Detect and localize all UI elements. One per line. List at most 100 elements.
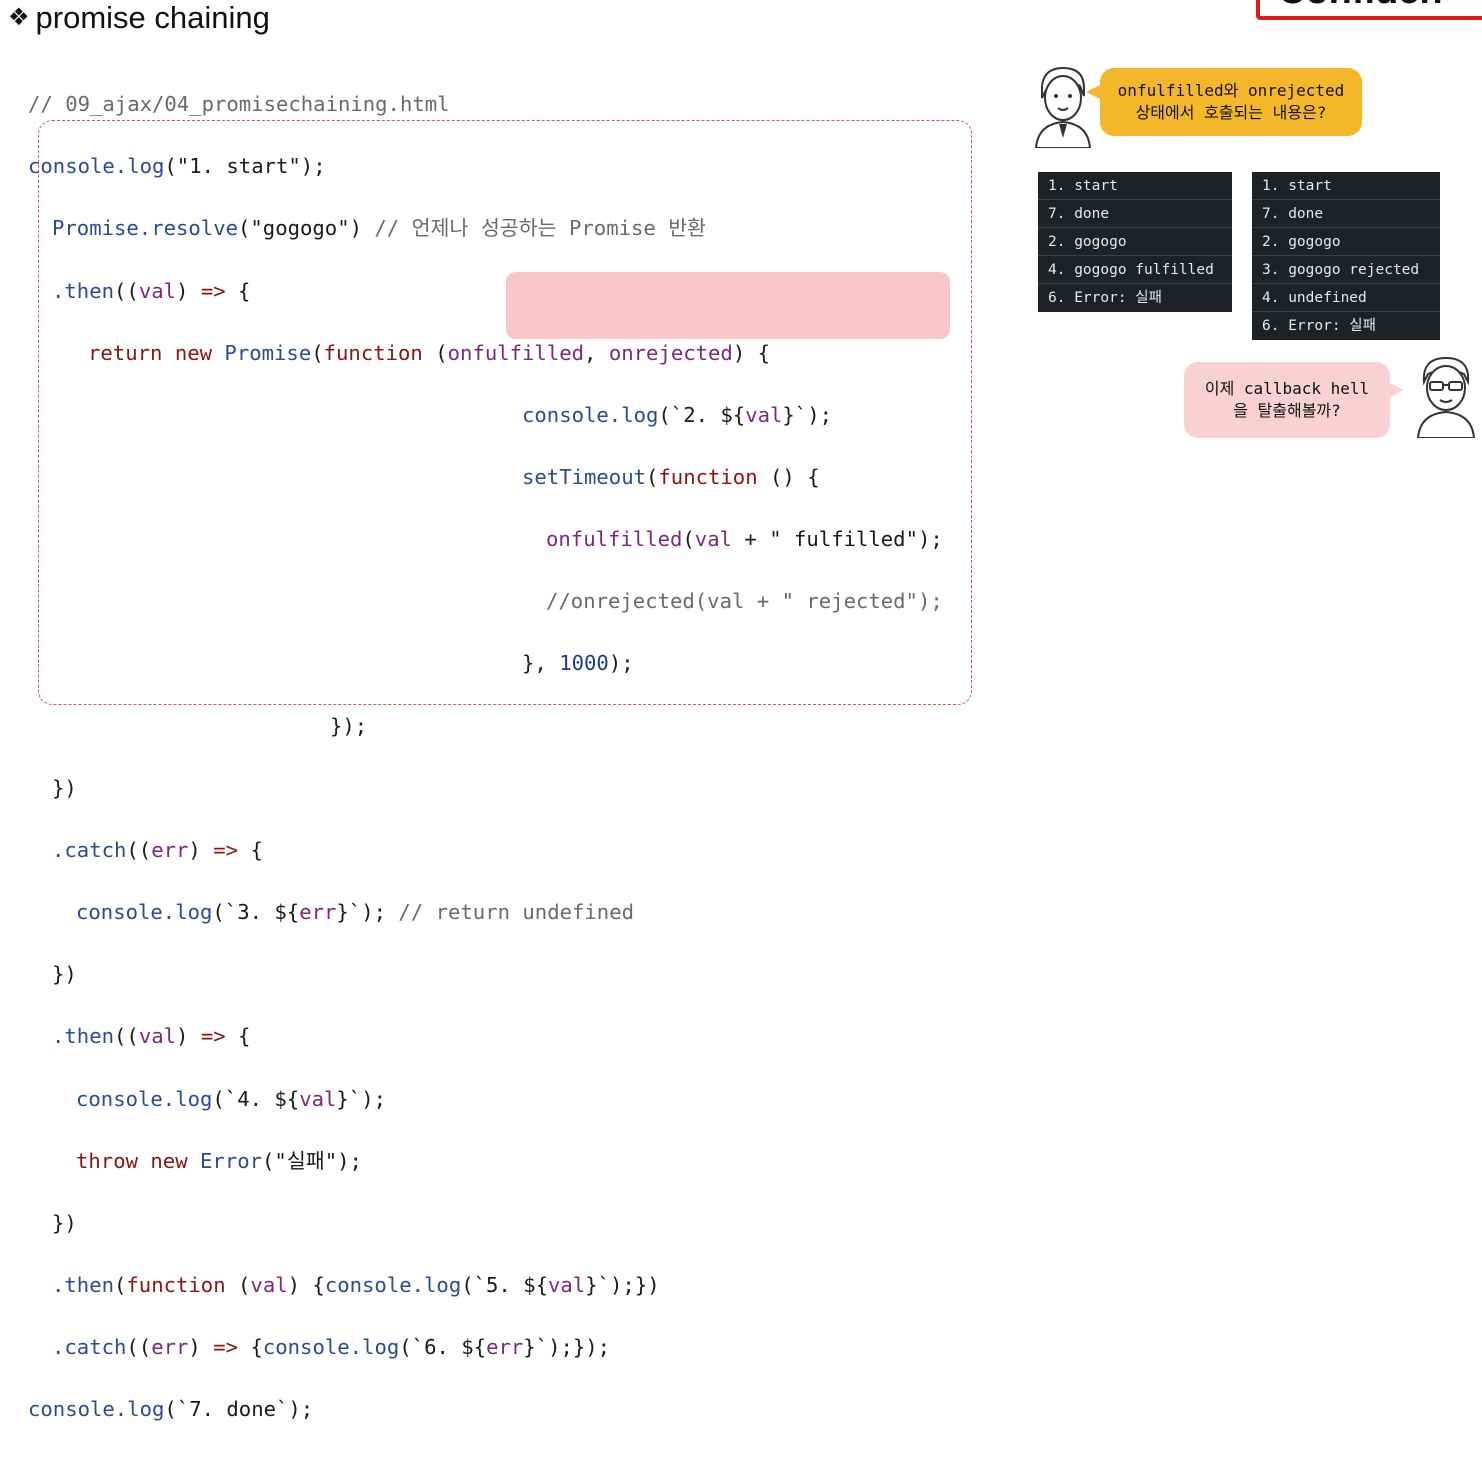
code-line-21: .catch((err) => {console.log(`6. ${err}`…: [28, 1332, 943, 1363]
terminal-line: 3. gogogo rejected: [1252, 256, 1440, 284]
code-line-10: }, 1000);: [28, 648, 943, 679]
terminal-line: 6. Error: 실패: [1262, 318, 1376, 334]
code-token: // 언제나 성공하는 Promise 반환: [362, 216, 707, 241]
code-token: ("실패");: [262, 1148, 362, 1173]
terminal-output-rejected: 1. start 7. done 2. gogogo 3. gogogo rej…: [1252, 172, 1440, 340]
code-token: onrejected: [608, 340, 733, 365]
slide-title-text: promise chaining: [35, 0, 270, 35]
code-token: //onrejected(val + " rejected");: [546, 589, 943, 614]
code-token: {: [238, 1335, 263, 1360]
code-token: ((: [114, 1024, 139, 1049]
code-line-6: console.log(`2. ${val}`);: [28, 400, 943, 431]
code-token: val: [548, 1273, 586, 1298]
code-token: ("gogogo"): [238, 216, 362, 241]
code-token: ): [176, 1024, 201, 1049]
code-token: ("1. start");: [164, 154, 326, 179]
code-token: },: [522, 651, 560, 676]
code-line-12: }): [28, 773, 943, 804]
code-token: (: [682, 527, 695, 552]
code-token: .log: [608, 402, 659, 427]
code-token: =>: [200, 278, 226, 303]
code-token: (: [225, 1273, 251, 1298]
code-token: ) {: [287, 1273, 325, 1298]
code-token: val: [299, 1086, 337, 1111]
code-token: ,: [584, 340, 609, 365]
terminal-line: 4. undefined: [1252, 284, 1440, 312]
code-token: (`6. ${: [399, 1335, 487, 1360]
slide-title: ❖ promise chaining: [8, 0, 270, 36]
diamond-bullet-icon: ❖: [8, 4, 30, 31]
code-token: function: [658, 465, 758, 490]
code-token: =>: [213, 837, 239, 862]
code-line-19: }): [28, 1208, 943, 1239]
code-token: (: [422, 340, 448, 365]
code-line-13: .catch((err) => {: [28, 835, 943, 866]
code-token: console: [76, 900, 163, 925]
code-line-1: // 09_ajax/04_promisechaining.html: [28, 89, 943, 120]
code-token: (`3. ${: [212, 900, 300, 925]
terminal-line: 2. gogogo: [1252, 228, 1440, 256]
code-block: // 09_ajax/04_promisechaining.html conso…: [28, 58, 943, 1457]
code-line-14: console.log(`3. ${err}`); // return unde…: [28, 897, 943, 928]
code-token: (: [646, 465, 659, 490]
code-token: (`5. ${: [461, 1273, 549, 1298]
code-token: ((: [126, 837, 152, 862]
question-bubble-line-2: 상태에서 호출되는 내용은?: [1135, 103, 1327, 122]
code-token: err: [486, 1335, 524, 1360]
code-token: }): [52, 775, 77, 800]
code-token: ((: [114, 278, 139, 303]
code-token: return: [88, 340, 163, 365]
code-token: console: [76, 1086, 163, 1111]
code-token: + " fulfilled");: [732, 527, 943, 552]
code-token: .then: [52, 278, 114, 303]
code-line-18: throw new Error("실패");: [28, 1146, 943, 1177]
code-token: ): [188, 837, 214, 862]
code-token: new: [174, 340, 213, 365]
code-token: (`4. ${: [212, 1086, 300, 1111]
callback-bubble-line-1: 이제 callback hell: [1204, 379, 1370, 398]
code-token: =>: [200, 1024, 226, 1049]
terminal-line: 6. Error: 실패: [1048, 290, 1162, 306]
code-token: .log: [114, 1397, 165, 1422]
code-token: .log: [114, 154, 165, 179]
code-token: 1000: [559, 651, 609, 676]
code-token: .log: [411, 1273, 462, 1298]
question-bubble: onfulfilled와 onrejected 상태에서 호출되는 내용은?: [1086, 68, 1362, 136]
code-token: (: [311, 340, 324, 365]
code-token: val: [250, 1273, 288, 1298]
terminal-line: 7. done: [1038, 200, 1232, 228]
code-token: }): [52, 962, 77, 987]
code-token: console: [324, 1273, 412, 1298]
terminal-line: 1. start: [1252, 172, 1440, 200]
code-token: }`);: [336, 900, 387, 925]
teacher-avatar-icon: [1034, 66, 1092, 148]
code-token: console: [522, 402, 609, 427]
code-token: Promise: [224, 340, 312, 365]
code-token: console: [262, 1335, 350, 1360]
code-token: }`);}): [585, 1273, 660, 1298]
code-token: function: [323, 340, 423, 365]
code-line-20: .then(function (val) {console.log(`5. ${…: [28, 1270, 943, 1301]
code-token: {: [225, 278, 251, 303]
code-token: err: [299, 900, 337, 925]
code-token: ((: [126, 1335, 152, 1360]
code-token: () {: [757, 465, 820, 490]
code-token: console: [28, 1397, 115, 1422]
code-token: });: [330, 713, 368, 738]
code-token: .catch: [52, 837, 127, 862]
code-line-17: console.log(`4. ${val}`);: [28, 1084, 943, 1115]
terminal-line: 7. done: [1252, 200, 1440, 228]
code-line-2: console.log("1. start");: [28, 151, 943, 182]
code-token: {: [238, 837, 263, 862]
terminal-output-fulfilled: 1. start 7. done 2. gogogo 4. gogogo ful…: [1038, 172, 1232, 312]
code-token: ): [176, 278, 201, 303]
code-token: val: [138, 1024, 177, 1049]
terminal-line: 2. gogogo: [1038, 228, 1232, 256]
confidential-stamp: Confiden: [1256, 0, 1482, 20]
code-token: console: [28, 154, 115, 179]
code-token: .catch: [52, 1335, 127, 1360]
code-token: ) {: [732, 340, 771, 365]
code-token: val: [745, 402, 783, 427]
callback-bubble-line-2: 을 탈출해볼까?: [1233, 401, 1341, 420]
code-line-4: .then((val) => {: [28, 276, 943, 307]
